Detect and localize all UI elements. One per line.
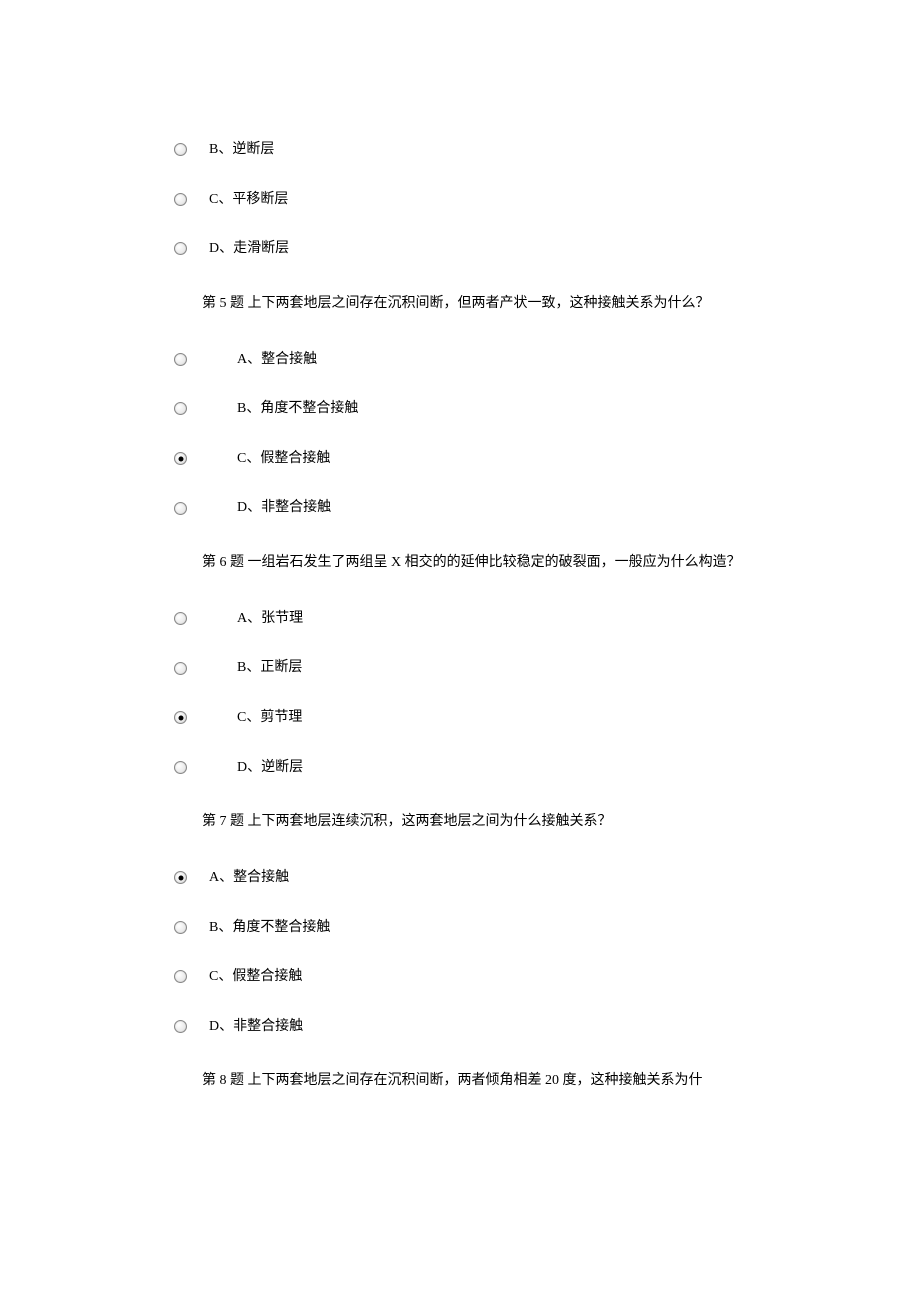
option-row[interactable]: D、非整合接触 bbox=[174, 498, 774, 518]
question-prompt: 第 7 题 上下两套地层连续沉积，这两套地层之间为什么接触关系？ bbox=[174, 807, 774, 838]
option-row[interactable]: D、非整合接触 bbox=[174, 1017, 774, 1037]
radio-icon-selected[interactable] bbox=[174, 871, 187, 884]
option-row[interactable]: B、角度不整合接触 bbox=[174, 918, 774, 938]
option-label: B、正断层 bbox=[209, 658, 302, 678]
option-row[interactable]: C、假整合接触 bbox=[174, 449, 774, 469]
option-label: B、角度不整合接触 bbox=[209, 399, 358, 419]
radio-icon[interactable] bbox=[174, 402, 187, 415]
option-row[interactable]: A、张节理 bbox=[174, 609, 774, 629]
radio-icon[interactable] bbox=[174, 1020, 187, 1033]
option-label: C、平移断层 bbox=[209, 190, 288, 210]
radio-icon[interactable] bbox=[174, 193, 187, 206]
option-label: B、逆断层 bbox=[209, 140, 274, 160]
option-row[interactable]: B、逆断层 bbox=[174, 140, 774, 160]
option-row[interactable]: C、剪节理 bbox=[174, 708, 774, 728]
option-row[interactable]: D、走滑断层 bbox=[174, 239, 774, 259]
option-row[interactable]: D、逆断层 bbox=[174, 758, 774, 778]
question-prompt: 第 8 题 上下两套地层之间存在沉积间断，两者倾角相差 20 度，这种接触关系为… bbox=[174, 1066, 774, 1097]
option-label: C、剪节理 bbox=[209, 708, 302, 728]
option-row[interactable]: A、整合接触 bbox=[174, 350, 774, 370]
radio-icon[interactable] bbox=[174, 662, 187, 675]
option-label: A、整合接触 bbox=[209, 350, 317, 370]
option-label: D、逆断层 bbox=[209, 758, 303, 778]
option-label: B、角度不整合接触 bbox=[209, 918, 330, 938]
radio-icon[interactable] bbox=[174, 143, 187, 156]
radio-icon[interactable] bbox=[174, 502, 187, 515]
option-row[interactable]: B、正断层 bbox=[174, 658, 774, 678]
radio-icon[interactable] bbox=[174, 761, 187, 774]
option-label: C、假整合接触 bbox=[209, 449, 330, 469]
option-row[interactable]: A、整合接触 bbox=[174, 868, 774, 888]
option-label: A、整合接触 bbox=[209, 868, 289, 888]
option-label: D、非整合接触 bbox=[209, 1017, 303, 1037]
radio-icon[interactable] bbox=[174, 242, 187, 255]
radio-icon[interactable] bbox=[174, 612, 187, 625]
option-label: D、非整合接触 bbox=[209, 498, 331, 518]
option-row[interactable]: C、假整合接触 bbox=[174, 967, 774, 987]
radio-icon[interactable] bbox=[174, 921, 187, 934]
option-row[interactable]: C、平移断层 bbox=[174, 190, 774, 210]
option-label: D、走滑断层 bbox=[209, 239, 289, 259]
radio-icon[interactable] bbox=[174, 970, 187, 983]
quiz-content: B、逆断层 C、平移断层 D、走滑断层 第 5 题 上下两套地层之间存在沉积间断… bbox=[174, 140, 774, 1097]
radio-icon[interactable] bbox=[174, 353, 187, 366]
option-label: C、假整合接触 bbox=[209, 967, 302, 987]
option-row[interactable]: B、角度不整合接触 bbox=[174, 399, 774, 419]
question-prompt: 第 5 题 上下两套地层之间存在沉积间断，但两者产状一致，这种接触关系为什么？ bbox=[174, 289, 774, 320]
option-label: A、张节理 bbox=[209, 609, 303, 629]
question-prompt: 第 6 题 一组岩石发生了两组呈 X 相交的的延伸比较稳定的破裂面，一般应为什么… bbox=[174, 548, 774, 579]
radio-icon-selected[interactable] bbox=[174, 711, 187, 724]
radio-icon-selected[interactable] bbox=[174, 452, 187, 465]
